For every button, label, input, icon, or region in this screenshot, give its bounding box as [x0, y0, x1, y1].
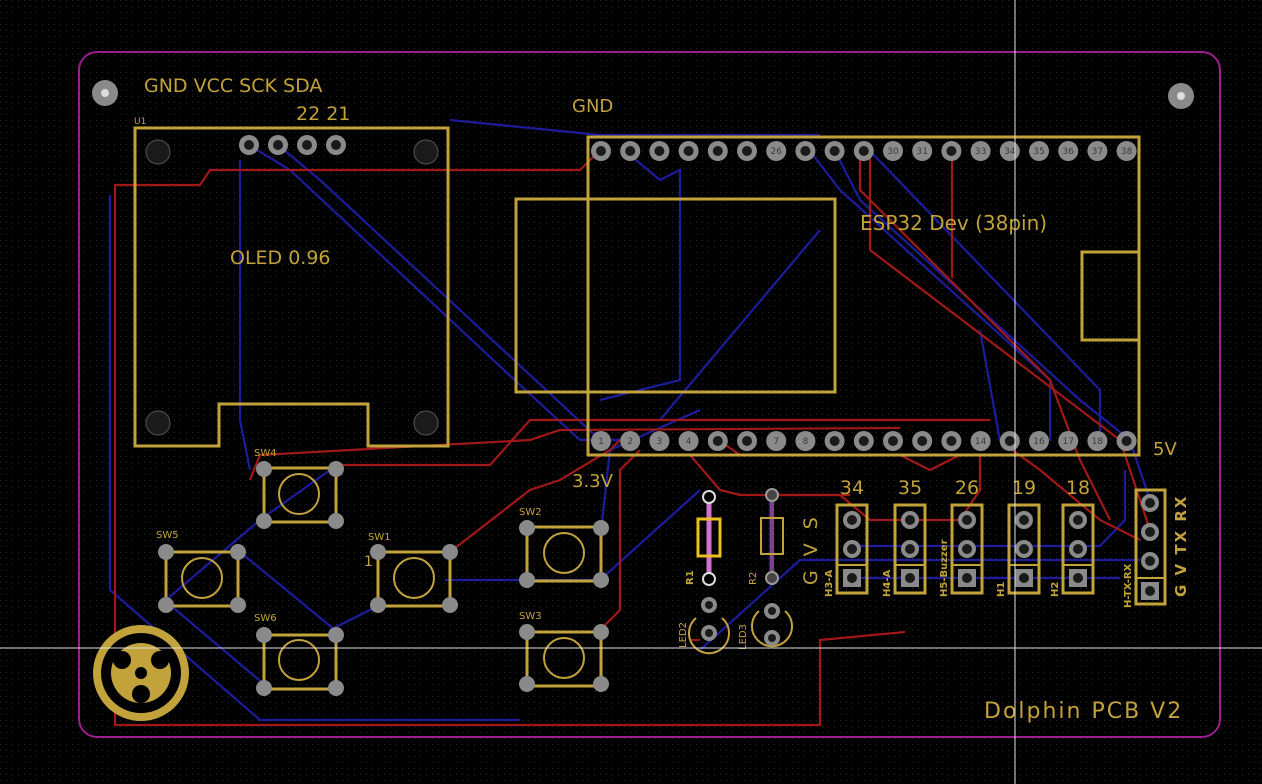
esp32-pin[interactable]: [853, 431, 874, 451]
esp32-pin-number: 37: [1092, 147, 1103, 157]
uart-header-ref: H-TX-RX: [1123, 563, 1134, 608]
oled-value: OLED 0.96: [230, 247, 331, 269]
esp32-pin[interactable]: 8: [795, 431, 816, 451]
sw3-ref: SW3: [519, 611, 542, 622]
sw4-ref: SW4: [254, 448, 277, 459]
sw1-ref: SW1: [368, 532, 391, 543]
oled-pin-labels: GND VCC SCK SDA: [144, 75, 322, 97]
esp32-pin[interactable]: [941, 141, 962, 161]
header-ref: H5-Buzzer: [939, 539, 950, 597]
esp32-pin[interactable]: [737, 141, 757, 161]
r1-ref: R1: [685, 570, 696, 585]
esp32-pin[interactable]: 4: [678, 431, 699, 451]
esp32-pin[interactable]: [591, 141, 611, 161]
servo-pins-label: G V S: [800, 513, 822, 585]
header-gpio-label: 34: [840, 477, 864, 499]
oled-ref: U1: [134, 117, 146, 127]
header-gpio-label: 35: [898, 477, 922, 499]
esp32-pin[interactable]: [795, 141, 816, 161]
esp32-pin[interactable]: 16: [1029, 431, 1049, 451]
esp32-pin[interactable]: [853, 141, 874, 161]
esp32-pin-number: 14: [975, 437, 987, 447]
logo-graphic: [93, 625, 189, 721]
esp32-pin[interactable]: [883, 431, 903, 451]
esp32-value: ESP32 Dev (38pin): [860, 211, 1047, 235]
esp32-pin[interactable]: 17: [1058, 431, 1079, 451]
esp32-pin[interactable]: 2: [620, 431, 641, 451]
r2-ref: R2: [748, 572, 759, 585]
esp32-pin-number: 33: [975, 147, 986, 157]
esp32-pin-number: 30: [887, 147, 899, 157]
esp32-pin-number: 34: [1004, 147, 1016, 157]
esp32-pin[interactable]: 14: [970, 431, 991, 451]
sw1-pad-mark: 1: [364, 554, 373, 570]
esp32-pin-number: 4: [686, 437, 692, 447]
header-ref: H3-A: [824, 570, 835, 597]
esp32-pin[interactable]: 30: [883, 141, 903, 161]
header-gpio-label: 26: [955, 477, 979, 499]
esp32-pin[interactable]: [737, 431, 757, 451]
uart-pins-label: G V TX RX: [1172, 495, 1190, 598]
esp32-pin[interactable]: 1: [591, 431, 611, 451]
esp32-pin[interactable]: [941, 431, 962, 451]
header-gpio-label: 19: [1012, 477, 1036, 499]
esp32-pin-number: 7: [773, 437, 779, 447]
header-ref: H4-A: [882, 570, 893, 597]
esp32-pin[interactable]: 34: [999, 141, 1020, 161]
esp32-pin-number: 17: [1062, 437, 1073, 447]
esp32-pin[interactable]: [824, 141, 845, 161]
esp32-pin-number: 3: [657, 437, 663, 447]
esp32-pin[interactable]: [1116, 431, 1137, 451]
esp32-pin[interactable]: [678, 141, 699, 161]
esp32-pin[interactable]: [620, 141, 641, 161]
esp32-pin-number: 38: [1121, 147, 1133, 157]
header-ref: H1: [996, 582, 1007, 597]
esp32-pin-number: 8: [803, 437, 809, 447]
led3-ref: LED3: [738, 624, 749, 650]
esp32-pin[interactable]: 7: [766, 431, 787, 451]
board-title: Dolphin PCB V2: [984, 699, 1183, 724]
esp32-pin[interactable]: 38: [1116, 141, 1137, 161]
esp32-pin[interactable]: 26: [766, 141, 787, 161]
esp32-pin[interactable]: 35: [1029, 141, 1049, 161]
esp32-pin[interactable]: [999, 431, 1020, 451]
esp32-pin[interactable]: 33: [970, 141, 991, 161]
header-ref: H2: [1050, 582, 1061, 597]
sw2-ref: SW2: [519, 507, 542, 518]
esp32-pin[interactable]: 31: [912, 141, 933, 161]
esp32-pin-number: 35: [1033, 147, 1044, 157]
esp32-pin-number: 16: [1033, 437, 1045, 447]
esp32-pin[interactable]: [824, 431, 845, 451]
esp32-pin-number: 18: [1092, 437, 1104, 447]
esp32-pin[interactable]: [912, 431, 933, 451]
esp32-pin-number: 26: [770, 147, 782, 157]
label-3v3: 3.3V: [572, 471, 614, 492]
oled-gpio-labels: 22 21: [296, 103, 350, 125]
esp32-pin-number: 1: [598, 437, 604, 447]
sw5-ref: SW5: [156, 530, 179, 541]
esp32-pin[interactable]: 37: [1087, 141, 1108, 161]
esp32-pin-number: 36: [1062, 147, 1074, 157]
pcb-canvas[interactable]: GND VCC SCK SDA 22 21 U1 OLED 0.96 26 30 3…: [0, 0, 1262, 784]
header-gpio-label: 18: [1066, 477, 1090, 499]
esp32-pin[interactable]: 3: [649, 431, 670, 451]
mounting-hole-right: [1168, 83, 1194, 109]
esp32-pin[interactable]: [649, 141, 670, 161]
sw6-ref: SW6: [254, 613, 277, 624]
led2-ref: LED2: [678, 622, 689, 648]
esp32-pin[interactable]: [707, 141, 728, 161]
esp32-pin-number: 2: [627, 437, 633, 447]
gnd-label: GND: [572, 96, 613, 117]
esp32-pin[interactable]: [707, 431, 728, 451]
esp32-pin-number: 31: [916, 147, 927, 157]
mounting-hole-left: [92, 80, 118, 106]
esp32-pin[interactable]: 18: [1087, 431, 1108, 451]
label-5v: 5V: [1153, 439, 1177, 460]
esp32-pin[interactable]: 36: [1058, 141, 1079, 161]
